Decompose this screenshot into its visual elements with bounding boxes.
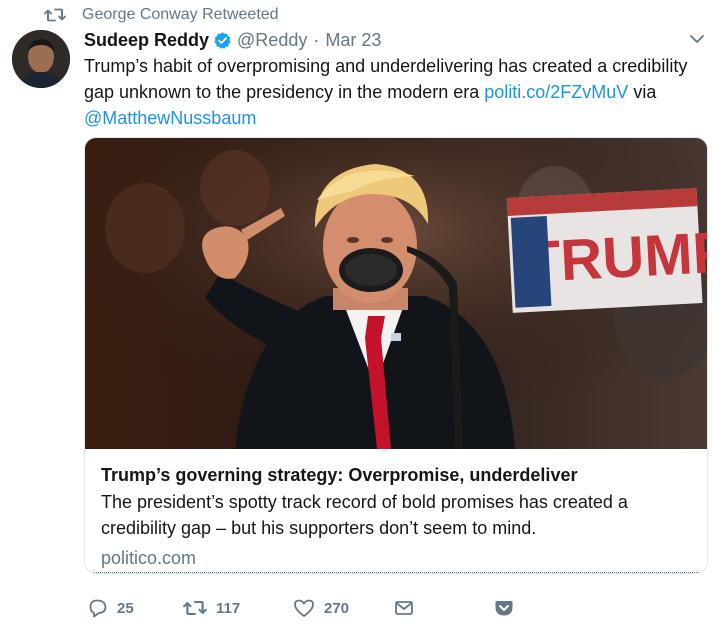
card-domain[interactable]: politico.com [101, 545, 691, 571]
chevron-down-icon[interactable] [688, 30, 706, 48]
retweet-count: 117 [216, 599, 241, 617]
tweet-text: Trump’s habit of overpromising and under… [84, 53, 712, 131]
retweet-icon [183, 601, 207, 615]
card-description: The president’s spotty track record of b… [101, 492, 628, 538]
reply-button[interactable]: 25 [88, 598, 183, 618]
retweet-icon [44, 6, 66, 24]
tweet-date[interactable]: Mar 23 [325, 30, 381, 51]
tweet-actions: 25 117 270 [88, 596, 514, 620]
retweet-context: George Conway Retweeted [44, 5, 279, 25]
tweet-mention[interactable]: @MatthewNussbaum [84, 108, 256, 128]
verified-badge-icon [214, 31, 231, 49]
direct-message-button[interactable] [394, 599, 494, 617]
retweeted-by-label[interactable]: George Conway Retweeted [82, 6, 279, 24]
retweet-button[interactable]: 117 [183, 599, 293, 617]
tweet-link[interactable]: politi.co/2FZvMuV [484, 82, 628, 102]
author-handle[interactable]: @Reddy [237, 30, 307, 51]
card-body[interactable]: Trump’s governing strategy: Overpromise,… [85, 450, 707, 573]
author-name[interactable]: Sudeep Reddy [84, 30, 209, 51]
like-count: 270 [324, 599, 350, 617]
avatar[interactable] [12, 30, 70, 88]
reply-count: 25 [117, 599, 134, 617]
like-button[interactable]: 270 [293, 598, 394, 618]
tweet-via: via [628, 82, 657, 102]
svg-text:TRUMP: TRUMP [523, 219, 708, 295]
card-image[interactable]: TRUMP [85, 138, 708, 449]
card-title[interactable]: Trump’s governing strategy: Overpromise,… [101, 462, 691, 488]
header-separator: · [313, 29, 320, 50]
reply-icon [89, 599, 107, 618]
save-to-pocket-button[interactable] [494, 598, 514, 618]
heart-icon [294, 599, 314, 617]
card-divider [85, 572, 707, 573]
tweet-header: Sudeep Reddy @Reddy · Mar 23 [84, 28, 381, 52]
link-card[interactable]: TRUMP Trump’s governing strategy: Overpr… [84, 137, 708, 574]
envelope-icon [395, 601, 413, 615]
pocket-icon [495, 601, 513, 616]
